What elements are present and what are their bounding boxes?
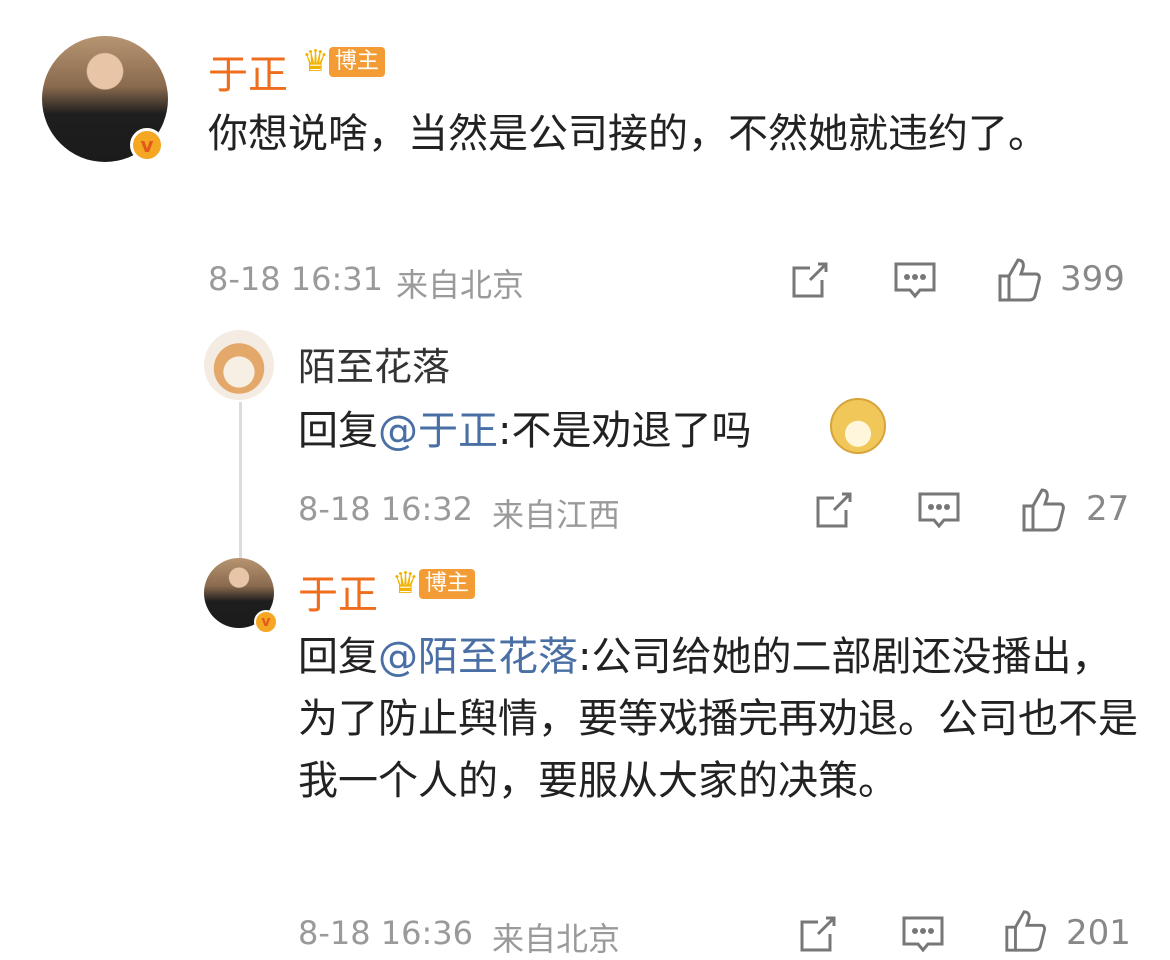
like-count: 399 — [1060, 259, 1125, 299]
comment-icon[interactable] — [916, 488, 962, 532]
mention-link[interactable]: @于正 — [378, 408, 498, 454]
crown-icon: ♛ — [392, 566, 419, 601]
verified-icon: v — [130, 128, 164, 162]
user-name[interactable]: 陌至花落 — [298, 336, 450, 391]
reply-prefix: 回复 — [298, 634, 378, 680]
like-count: 201 — [1066, 913, 1131, 953]
like-icon[interactable] — [996, 256, 1044, 304]
reply-prefix: 回复 — [298, 408, 378, 454]
like-icon[interactable] — [1002, 908, 1050, 954]
comment-time: 8-18 16:36 — [298, 914, 474, 952]
blogger-tag: 博主 — [418, 568, 475, 599]
reply-text: :不是劝退了吗 — [498, 408, 752, 454]
avatar[interactable] — [204, 330, 274, 400]
comment-location: 来自江西 — [492, 496, 621, 534]
user-name[interactable]: 于正 — [298, 562, 378, 620]
blogger-badge: ♛ 博主 — [392, 566, 475, 601]
repost-icon[interactable] — [796, 912, 840, 956]
comment-icon[interactable] — [892, 258, 938, 302]
doge-emoji — [830, 398, 886, 454]
comment-location: 来自北京 — [492, 920, 621, 958]
verified-icon: v — [254, 610, 278, 634]
mention-link[interactable]: @陌至花落 — [378, 634, 578, 680]
comment-text: 回复@于正:不是劝退了吗 — [298, 400, 751, 462]
comment-time: 8-18 16:31 — [208, 260, 384, 298]
comment-text: 回复@陌至花落:公司给她的二部剧还没播出，为了防止舆情，要等戏播完再劝退。公司也… — [298, 626, 1138, 812]
crown-icon: ♛ — [302, 44, 329, 79]
user-name[interactable]: 于正 — [208, 42, 288, 100]
comment-text: 你想说啥，当然是公司接的，不然她就违约了。 — [208, 111, 1048, 157]
blogger-tag: 博主 — [328, 46, 385, 77]
comment-icon[interactable] — [900, 912, 946, 956]
repost-icon[interactable] — [788, 258, 832, 302]
comment-location: 来自北京 — [396, 266, 525, 304]
blogger-badge: ♛ 博主 — [302, 44, 385, 79]
comment-time: 8-18 16:32 — [298, 490, 474, 528]
like-icon[interactable] — [1020, 486, 1068, 534]
like-count: 27 — [1086, 489, 1130, 529]
thread-line — [239, 402, 242, 562]
repost-icon[interactable] — [812, 488, 856, 532]
